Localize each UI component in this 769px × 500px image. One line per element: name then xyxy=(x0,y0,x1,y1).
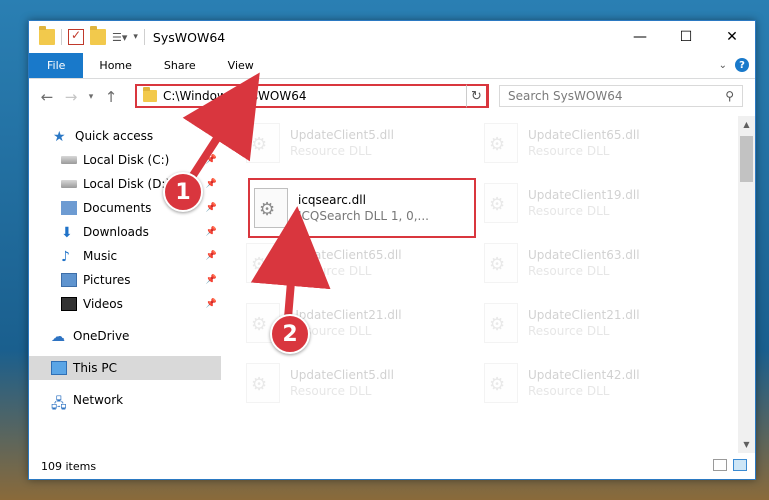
arrow-to-address-bar xyxy=(182,72,260,183)
annotation-arrows xyxy=(182,72,331,319)
step-2-callout: 2 xyxy=(270,314,310,354)
arrow-to-file xyxy=(250,206,331,319)
step-1-callout: 1 xyxy=(163,172,203,212)
